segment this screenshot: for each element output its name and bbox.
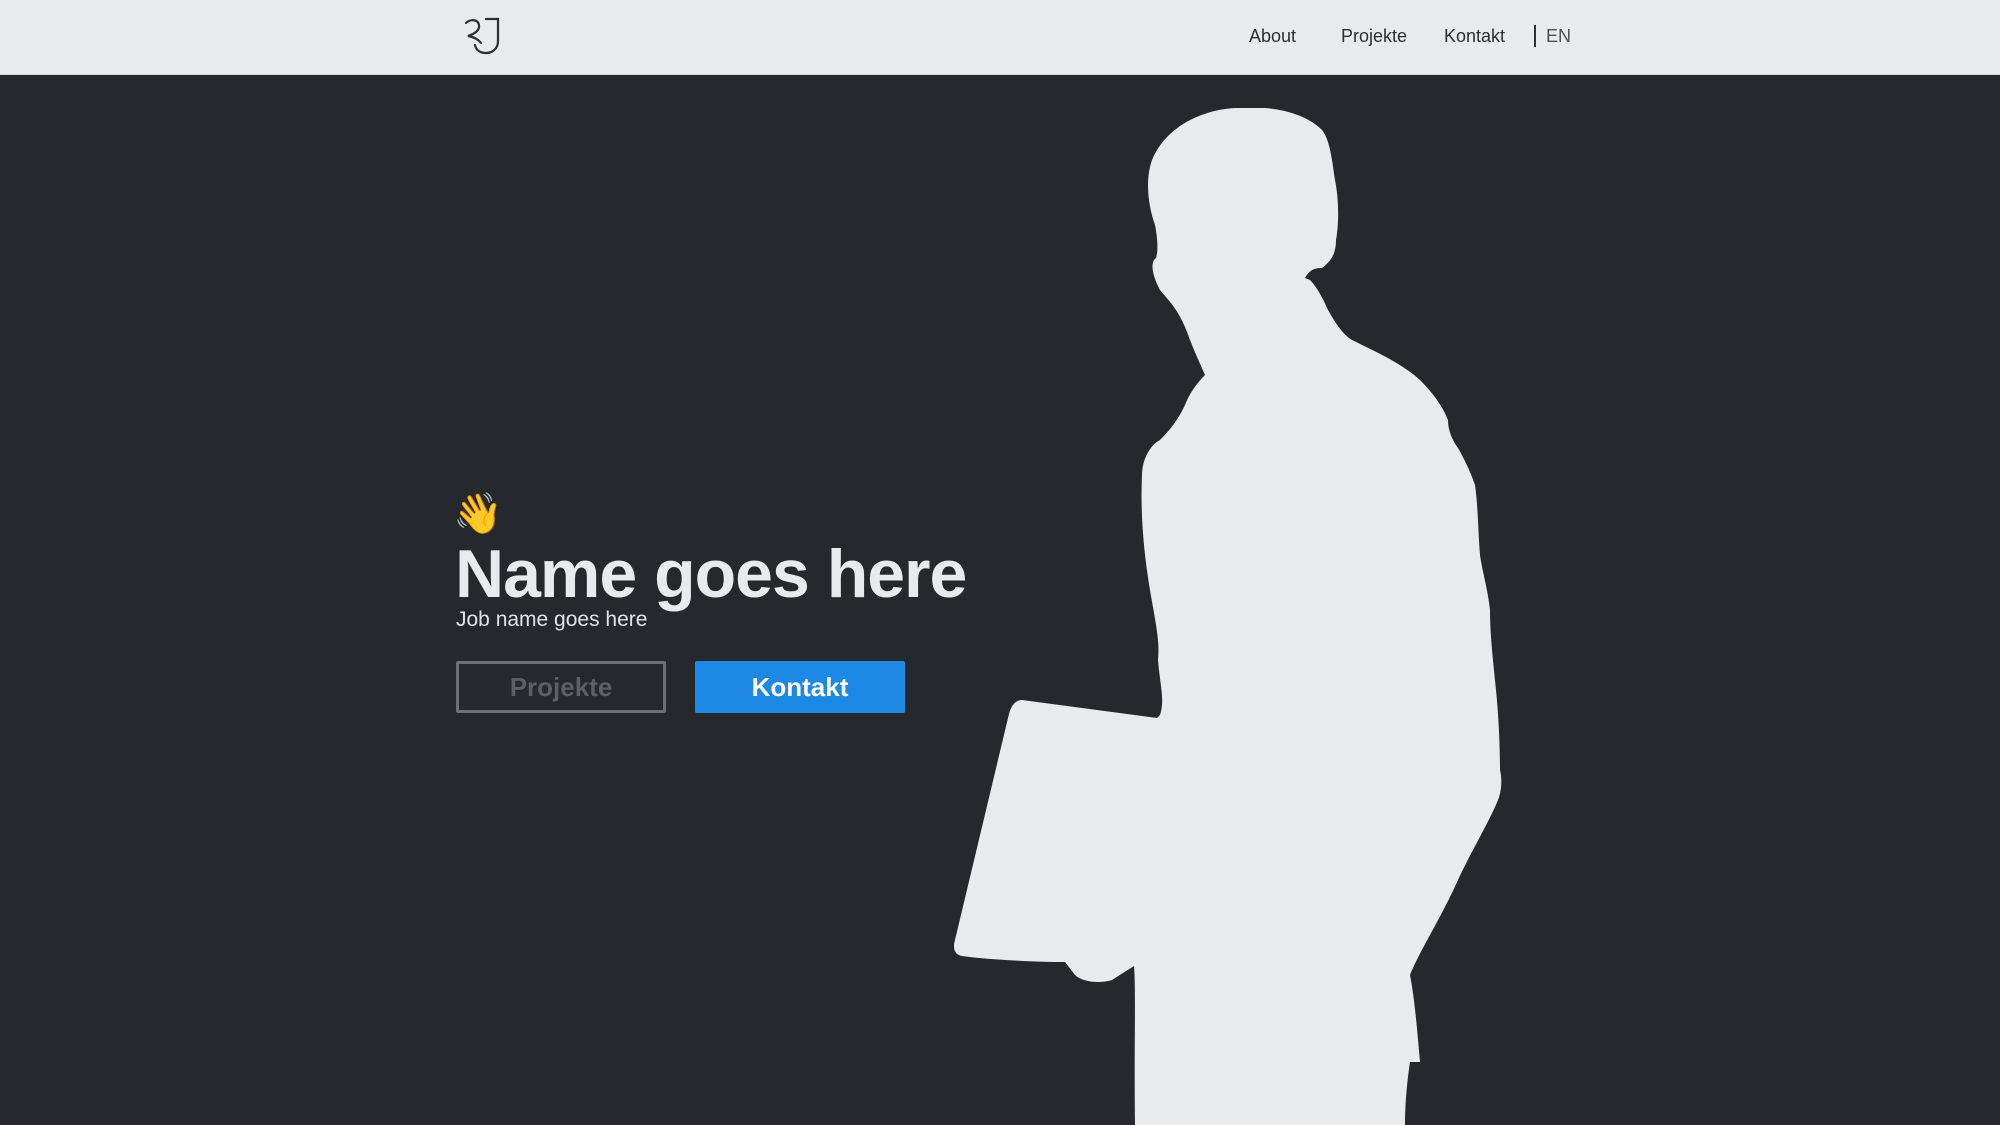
logo-monogram-icon[interactable]	[462, 17, 504, 55]
nav-link-about[interactable]: About	[1249, 24, 1296, 48]
language-divider	[1534, 25, 1536, 47]
page: About Projekte Kontakt EN 👋 Name goes he…	[0, 0, 2000, 1125]
projects-button[interactable]: Projekte	[456, 661, 666, 713]
nav-link-projekte[interactable]: Projekte	[1341, 24, 1407, 48]
hero-job-title: Job name goes here	[456, 608, 648, 631]
language-switcher[interactable]: EN	[1546, 24, 1571, 48]
hero-name-heading: Name goes here	[455, 536, 967, 612]
hero-section	[0, 75, 2000, 1125]
top-navigation-bar: About Projekte Kontakt EN	[0, 0, 2000, 75]
nav-link-kontakt[interactable]: Kontakt	[1444, 24, 1505, 48]
wave-emoji: 👋	[453, 492, 503, 536]
contact-button[interactable]: Kontakt	[695, 661, 905, 713]
